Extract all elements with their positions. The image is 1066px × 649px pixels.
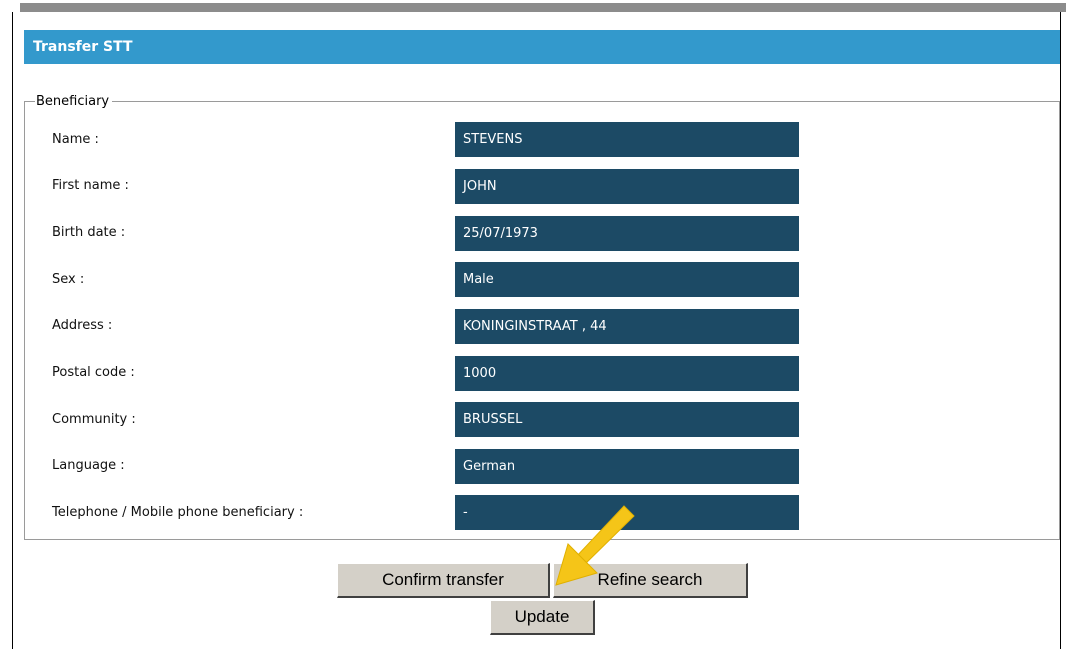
language-label: Language : (52, 458, 125, 473)
language-value: German (455, 449, 799, 484)
page-right-border (1060, 12, 1061, 649)
sex-label: Sex : (52, 272, 85, 287)
postal-code-value: 1000 (455, 356, 799, 391)
birth-date-label: Birth date : (52, 225, 126, 240)
sex-value: Male (455, 262, 799, 297)
name-label: Name : (52, 132, 99, 147)
community-label: Community : (52, 412, 136, 427)
birth-date-value: 25/07/1973 (455, 216, 799, 251)
pointer-arrow-icon (555, 505, 635, 586)
name-value: STEVENS (455, 122, 799, 157)
window-top-bar (20, 3, 1066, 12)
confirm-transfer-button[interactable]: Confirm transfer (337, 563, 550, 598)
address-value: KONINGINSTRAAT , 44 (455, 309, 799, 344)
telephone-label: Telephone / Mobile phone beneficiary : (52, 505, 304, 520)
address-label: Address : (52, 318, 113, 333)
page-left-border (12, 12, 13, 649)
page-title: Transfer STT (24, 30, 1060, 64)
transfer-stt-screen: Transfer STT Beneficiary Name : STEVENS … (0, 0, 1066, 649)
community-value: BRUSSEL (455, 402, 799, 437)
beneficiary-legend: Beneficiary (36, 94, 110, 109)
update-button[interactable]: Update (490, 600, 595, 635)
postal-code-label: Postal code : (52, 365, 135, 380)
first-name-label: First name : (52, 178, 129, 193)
first-name-value: JOHN (455, 169, 799, 204)
